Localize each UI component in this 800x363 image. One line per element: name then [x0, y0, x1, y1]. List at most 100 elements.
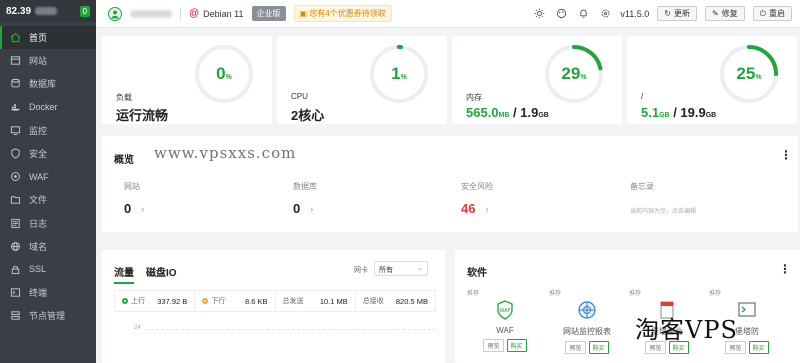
total-sent-value: 10.1 MB — [319, 296, 348, 306]
waf-icon — [10, 171, 21, 182]
sidebar-item-domain[interactable]: 域名 — [0, 235, 96, 258]
buy-button[interactable]: 购买 — [506, 339, 527, 352]
overview-title: 概览 — [114, 155, 134, 166]
chevron-down-icon: ⌄ — [417, 265, 423, 272]
software-more-icon[interactable]: ⋮ — [779, 262, 791, 276]
site-watermark: www.vpsxxs.com — [154, 144, 297, 162]
cpu-label: CPU — [291, 92, 308, 101]
memory-card[interactable]: 29% 内存 565.0MB / 1.9GB — [452, 36, 622, 124]
buy-button[interactable]: 购买 — [588, 341, 609, 354]
power-icon: ⏻ — [759, 8, 766, 18]
avatar[interactable] — [108, 6, 122, 21]
globe-icon — [10, 55, 21, 66]
preview-button[interactable]: 预览 — [565, 341, 586, 354]
sidebar-item-docker[interactable]: Docker — [0, 96, 96, 119]
load-card[interactable]: 0% 负载 运行流畅 — [102, 36, 272, 124]
load-percent: 0% — [192, 42, 256, 106]
settings-icon[interactable] — [598, 7, 612, 21]
sidebar-item-home[interactable]: 首页 — [0, 26, 96, 50]
software-actions: 预览 购买 — [465, 339, 545, 352]
memo-label: 备忘录 — [630, 182, 654, 191]
home-icon — [10, 32, 21, 43]
load-percent-unit: % — [225, 73, 232, 81]
traffic-stats: 上行 337.92 B 下行 8.6 KB 总发送 10.1 MB 总接收 820.5 … — [114, 290, 436, 312]
os-info: @ Debian 11 — [189, 8, 244, 19]
download-dot-icon — [202, 298, 209, 305]
tab-traffic[interactable]: 流量 — [114, 264, 134, 284]
disk-used: 5.1 — [641, 105, 660, 120]
repair-button[interactable]: ✎ 修复 — [704, 6, 745, 21]
sidebar-item-logs[interactable]: 日志 — [0, 212, 96, 235]
preview-button[interactable]: 预览 — [483, 339, 504, 352]
server-ip: 82.39 — [6, 5, 32, 17]
update-button[interactable]: ↻ 更新 — [657, 6, 697, 21]
sidebar-item-ssl[interactable]: SSL — [0, 258, 96, 281]
update-label: 更新 — [673, 9, 690, 18]
memory-used: 565.0 — [466, 105, 499, 120]
sidebar-item-monitor[interactable]: 监控 — [0, 119, 96, 142]
tab-disk-io[interactable]: 磁盘IO — [146, 264, 177, 284]
sidebar-item-label: 首页 — [29, 33, 48, 44]
sidebar-item-terminal[interactable]: 终端 — [0, 281, 96, 304]
sidebar-item-security[interactable]: 安全 — [0, 142, 96, 165]
alert-count-badge[interactable]: 0 — [79, 5, 90, 17]
load-label: 负载 — [116, 93, 132, 102]
security-risk-count-value: 46 — [461, 201, 476, 216]
disk-percent-value: 25 — [736, 64, 756, 83]
software-item-monitor-report[interactable]: 推荐 网站监控报表 预览 购买 — [547, 288, 627, 354]
security-risk-label: 安全风险 — [461, 182, 493, 191]
websites-count-value: 0 — [124, 201, 132, 216]
palette-icon[interactable] — [554, 7, 568, 21]
domain-icon — [10, 241, 21, 252]
restart-button[interactable]: ⏻ 重启 — [752, 6, 792, 21]
download-label: 下行 — [211, 298, 226, 305]
disk-card[interactable]: 25% / 5.1GB / 19.9GB — [627, 36, 797, 124]
cpu-card[interactable]: 1% CPU 2核心 — [277, 36, 447, 124]
nic-select[interactable]: 所有 ⌄ — [374, 261, 428, 276]
sidebar-menu: 首页 网站 数据库 Docker 监控 安全 WAF 文件 日志 域名 SSL … — [0, 26, 96, 327]
sidebar-item-label: 网站 — [29, 56, 48, 67]
sidebar-item-database[interactable]: 数据库 — [0, 72, 96, 95]
overview-more-icon[interactable]: ⋮ — [780, 148, 792, 162]
software-item-waf[interactable]: 推荐 WAF WAF 预览 购买 — [465, 288, 545, 352]
disk-used-unit: GB — [659, 112, 670, 119]
total-received-value: 820.5 MB — [395, 296, 428, 306]
overview-card: 概览 www.vpsxxs.com ⋮ 网站 0 › 数据库 0 › 安全风险 46… — [102, 136, 798, 232]
buy-button[interactable]: 购买 — [748, 341, 769, 354]
report-globe-icon — [578, 301, 596, 319]
cpu-cores: 2核心 — [291, 108, 325, 123]
memory-usage: 565.0MB / 1.9GB — [466, 105, 549, 120]
memory-total-unit: GB — [538, 112, 549, 119]
bell-icon[interactable] — [576, 7, 590, 21]
chevron-right-icon: › — [485, 203, 489, 214]
server-header: 82.39 0 — [0, 0, 96, 22]
memory-total: 1.9 — [520, 105, 539, 120]
disk-sep: / — [669, 105, 681, 120]
side-strip — [796, 250, 800, 363]
sidebar-item-nodes[interactable]: 节点管理 — [0, 304, 96, 327]
overview-security-risk[interactable]: 安全风险 46 › — [461, 181, 493, 216]
chevron-right-icon: › — [310, 203, 314, 214]
download-value: 8.6 KB — [244, 296, 268, 306]
overview-databases[interactable]: 数据库 0 › — [293, 181, 317, 216]
database-icon — [10, 78, 21, 89]
sidebar-item-files[interactable]: 文件 — [0, 188, 96, 211]
upload-stat: 上行 337.92 B — [115, 291, 196, 311]
coupon-notice[interactable]: ▣ 您有4个优惠券待领取 — [293, 5, 392, 22]
sidebar-item-waf[interactable]: WAF — [0, 165, 96, 188]
sidebar-item-label: 终端 — [29, 288, 48, 299]
debian-icon: @ — [189, 8, 200, 19]
node-icon — [10, 310, 21, 321]
ssl-icon — [10, 264, 21, 275]
sidebar-item-website[interactable]: 网站 — [0, 49, 96, 72]
disk-total: 19.9 — [680, 105, 706, 120]
overview-memo[interactable]: 备忘录 当前内容为空，点击编辑 — [630, 181, 696, 215]
theme-sun-icon[interactable] — [532, 7, 546, 21]
svg-text:WAF: WAF — [500, 308, 511, 314]
shield-icon — [10, 148, 21, 159]
traffic-card: 流量 磁盘IO 网卡 所有 ⌄ 上行 337.92 B 下行 8.6 KB 总发送 10… — [102, 250, 445, 363]
overview-websites[interactable]: 网站 0 › — [124, 181, 144, 216]
disk-usage: 5.1GB / 19.9GB — [641, 105, 716, 120]
databases-label: 数据库 — [293, 182, 317, 191]
os-name: Debian 11 — [203, 8, 244, 19]
